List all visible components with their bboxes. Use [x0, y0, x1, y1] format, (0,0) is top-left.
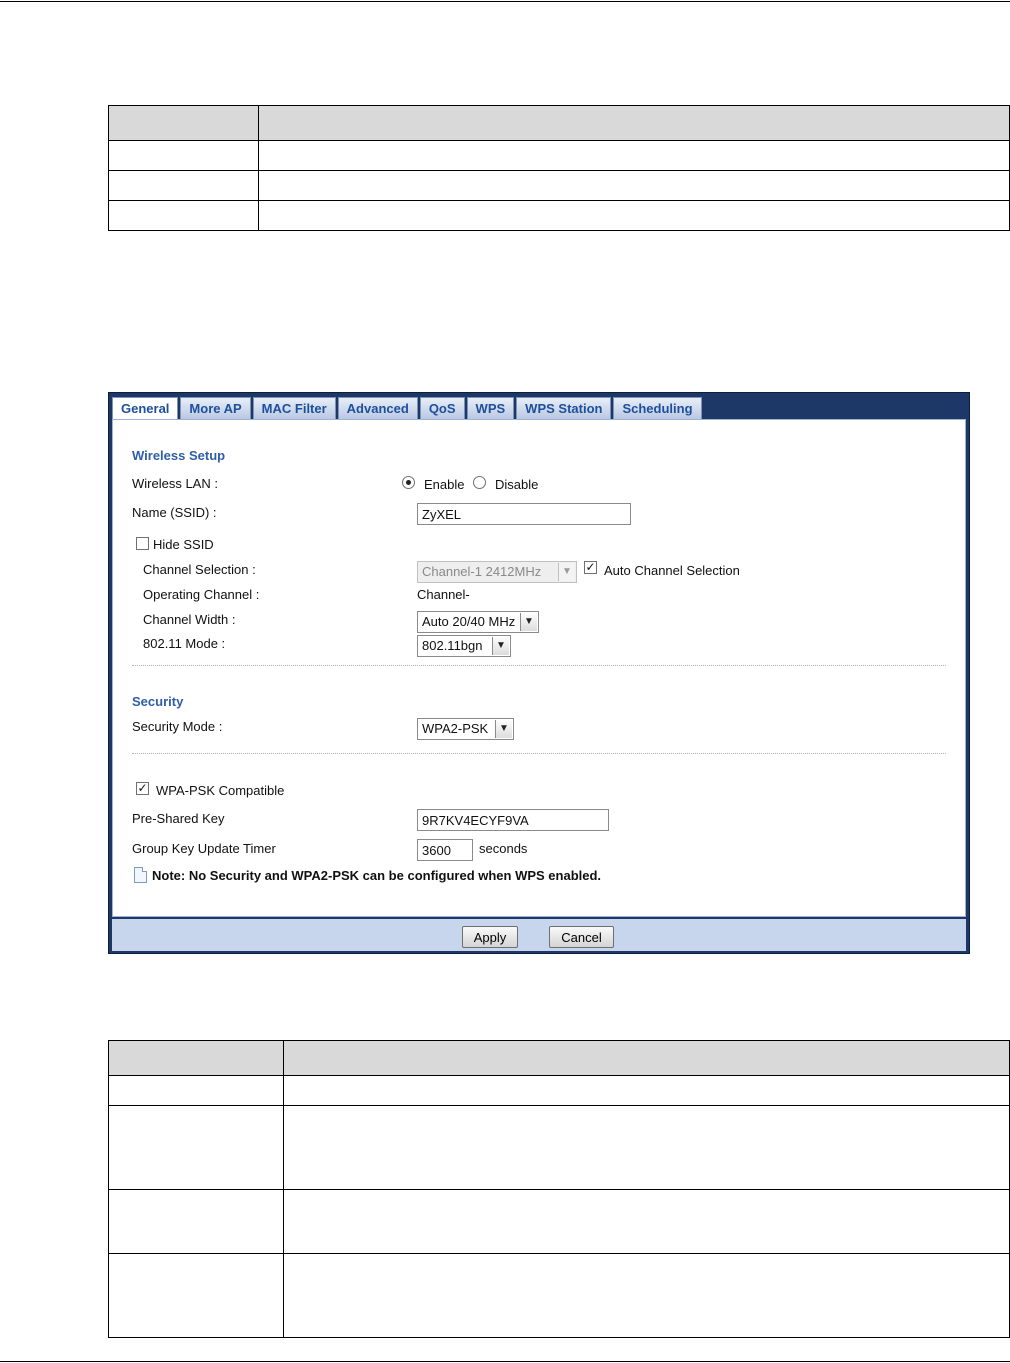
channel-selection-select[interactable]: Channel-1 2412MHz ▼ — [417, 561, 577, 583]
disable-radio[interactable] — [473, 476, 486, 489]
chevron-down-icon: ▼ — [492, 637, 509, 655]
operating-channel-value: Channel- — [417, 587, 470, 602]
upper-table — [108, 105, 1010, 231]
upper-table-header-cell — [258, 105, 1010, 141]
psk-input[interactable] — [417, 809, 609, 831]
lower-table-row — [108, 1105, 1010, 1190]
ssid-label: Name (SSID) : — [132, 505, 217, 520]
section-divider — [132, 665, 946, 666]
lower-table-row — [108, 1253, 1010, 1338]
wpa-compatible-label: WPA-PSK Compatible — [156, 783, 285, 798]
disable-label: Disable — [495, 477, 539, 492]
upper-table-cell — [108, 170, 259, 201]
wps-note: Note: No Security and WPA2-PSK can be co… — [152, 868, 602, 883]
tab-wps-station[interactable]: WPS Station — [516, 397, 612, 419]
timer-label: Group Key Update Timer — [132, 841, 276, 856]
tab-general[interactable]: General — [112, 397, 179, 421]
security-mode-label: Security Mode : — [132, 719, 223, 734]
channel-width-value: Auto 20/40 MHz — [422, 614, 516, 629]
lower-table-cell — [283, 1253, 1010, 1338]
tab-qos[interactable]: QoS — [419, 397, 465, 419]
security-heading: Security — [132, 694, 184, 709]
lower-table-cell — [283, 1075, 1010, 1106]
note-icon — [134, 867, 147, 883]
channel-selection-label: Channel Selection : — [143, 562, 256, 577]
upper-table-header-cell — [108, 105, 259, 141]
channel-width-label: Channel Width : — [143, 612, 236, 627]
timer-unit: seconds — [479, 841, 528, 856]
chevron-down-icon: ▼ — [558, 563, 575, 581]
tab-wps[interactable]: WPS — [466, 397, 515, 419]
apply-button[interactable]: Apply — [462, 926, 518, 948]
settings-content: Wireless Setup Wireless LAN : Enable Dis… — [112, 419, 966, 917]
button-bar: Apply Cancel — [112, 919, 966, 951]
lower-table-cell — [108, 1189, 284, 1254]
lower-table-row — [108, 1075, 1010, 1106]
lower-table-header-row — [108, 1040, 1010, 1076]
cancel-button[interactable]: Cancel — [549, 926, 614, 948]
lower-table-header-cell — [283, 1040, 1010, 1076]
wpa-compatible-checkbox[interactable]: ✓ — [136, 782, 149, 795]
lower-table-cell — [283, 1105, 1010, 1190]
hide-ssid-checkbox[interactable] — [136, 537, 149, 550]
lower-table — [108, 1040, 1010, 1338]
psk-label: Pre-Shared Key — [132, 811, 225, 826]
enable-radio[interactable] — [402, 476, 415, 489]
tab-mac-filter[interactable]: MAC Filter — [252, 397, 336, 419]
auto-channel-checkbox[interactable]: ✓ — [584, 561, 597, 574]
security-mode-value: WPA2-PSK — [422, 721, 489, 736]
footer-rule — [0, 1361, 1010, 1362]
lower-table-cell — [108, 1253, 284, 1338]
timer-input[interactable] — [417, 839, 473, 861]
lower-table-cell — [283, 1189, 1010, 1254]
mode-value: 802.11bgn — [422, 638, 483, 653]
chevron-down-icon: ▼ — [520, 613, 537, 631]
wireless-setup-heading: Wireless Setup — [132, 448, 226, 463]
upper-table-row — [108, 170, 1010, 201]
upper-table-cell — [108, 200, 259, 231]
ssid-input[interactable] — [417, 503, 631, 525]
tab-advanced[interactable]: Advanced — [337, 397, 418, 419]
operating-channel-label: Operating Channel : — [143, 587, 260, 602]
wireless-lan-label: Wireless LAN : — [132, 476, 218, 491]
upper-table-row — [108, 140, 1010, 171]
lower-table-header-cell — [108, 1040, 284, 1076]
chevron-down-icon: ▼ — [495, 720, 512, 738]
upper-table-cell — [258, 200, 1010, 231]
lower-table-row — [108, 1189, 1010, 1254]
channel-width-select[interactable]: Auto 20/40 MHz ▼ — [417, 611, 539, 633]
tab-bar: General More AP MAC Filter Advanced QoS … — [112, 397, 704, 421]
enable-label: Enable — [424, 477, 465, 492]
channel-selection-value: Channel-1 2412MHz — [422, 564, 542, 579]
upper-table-row — [108, 200, 1010, 231]
tab-more-ap[interactable]: More AP — [180, 397, 251, 419]
upper-table-cell — [258, 140, 1010, 171]
mode-label: 802.11 Mode : — [143, 636, 226, 651]
hide-ssid-label: Hide SSID — [153, 537, 214, 552]
mode-select[interactable]: 802.11bgn ▼ — [417, 635, 511, 657]
upper-table-cell — [108, 140, 259, 171]
header-rule — [0, 1, 1010, 2]
lower-table-cell — [108, 1075, 284, 1106]
lower-table-cell — [108, 1105, 284, 1190]
section-divider — [132, 753, 946, 754]
wireless-general-panel: General More AP MAC Filter Advanced QoS … — [108, 392, 970, 954]
security-mode-select[interactable]: WPA2-PSK ▼ — [417, 718, 514, 740]
tab-scheduling[interactable]: Scheduling — [613, 397, 702, 419]
upper-table-cell — [258, 170, 1010, 201]
auto-channel-label: Auto Channel Selection — [604, 563, 740, 578]
upper-table-header-row — [108, 105, 1010, 141]
